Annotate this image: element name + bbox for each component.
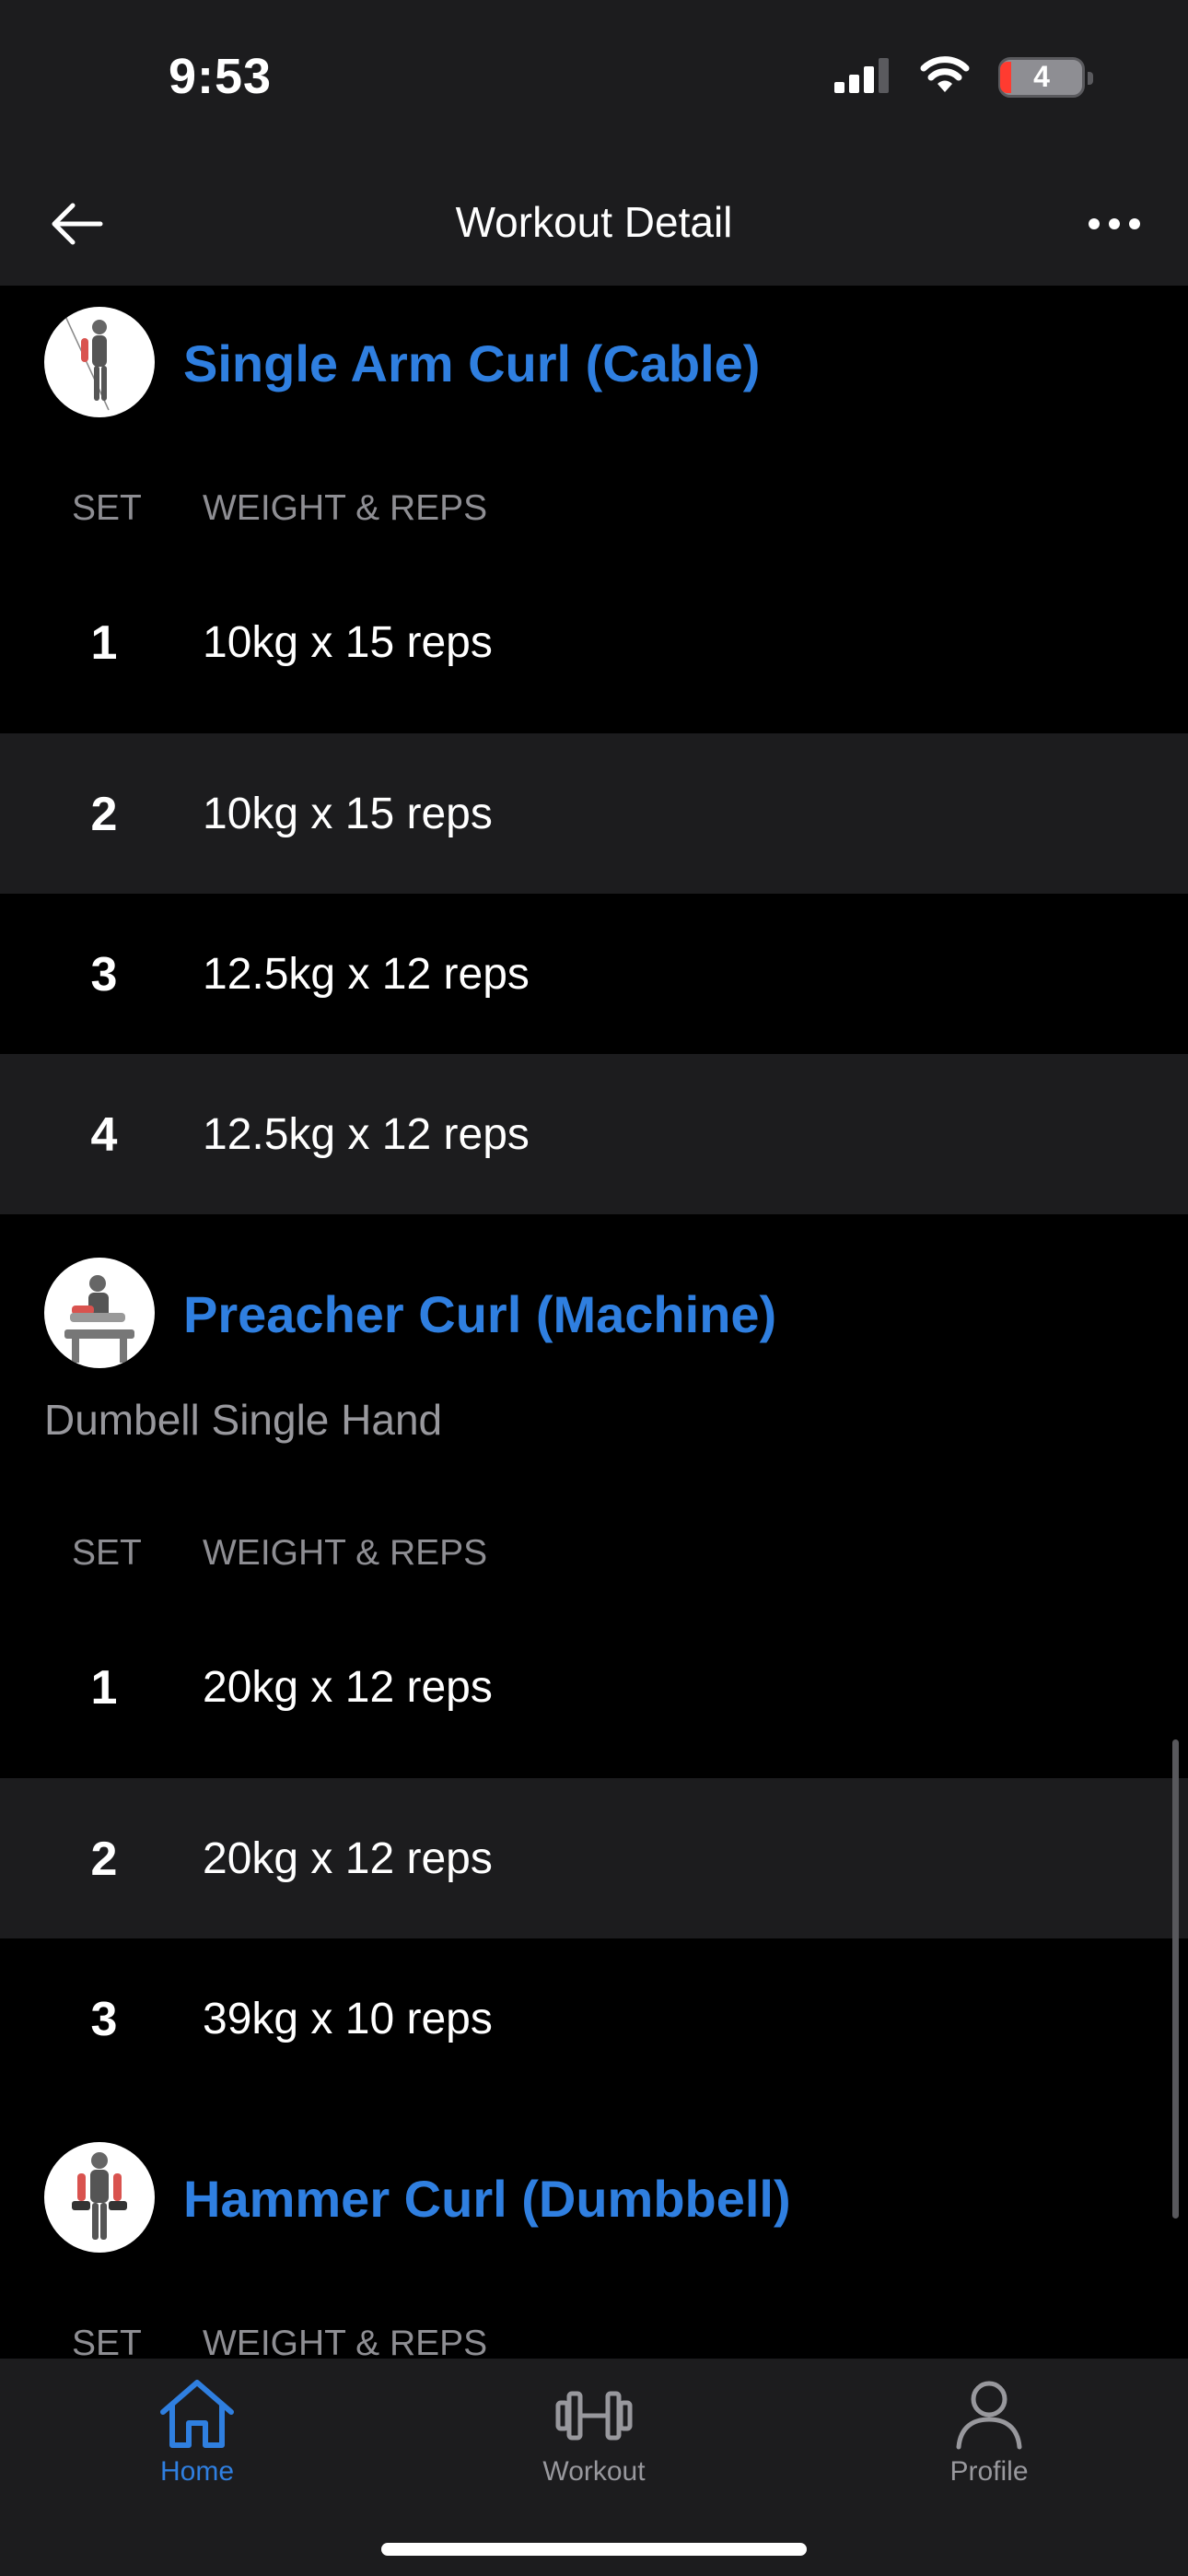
set-weight-reps: 12.5kg x 12 reps: [203, 1110, 530, 1159]
set-column-headers: SET WEIGHT & REPS: [0, 1515, 1188, 1588]
weight-reps-column-label: WEIGHT & REPS: [203, 1533, 488, 1573]
person-icon: [956, 2381, 1022, 2450]
status-time: 9:53: [169, 49, 273, 104]
set-row: 2 20kg x 12 reps: [0, 1778, 1188, 1938]
exercise-thumbnail-hammer-curl-icon: [44, 2142, 155, 2253]
exercise-thumbnail-preacher-curl-icon: [44, 1258, 155, 1368]
exercise-name[interactable]: Hammer Curl (Dumbbell): [183, 2169, 791, 2229]
set-row: 3 39kg x 10 reps: [0, 1938, 1188, 2099]
tab-label: Profile: [949, 2456, 1029, 2487]
weight-reps-column-label: WEIGHT & REPS: [203, 488, 488, 528]
tab-home[interactable]: Home: [77, 2377, 317, 2506]
exercise-note: Dumbell Single Hand: [44, 1396, 443, 1444]
set-number: 1: [90, 616, 118, 670]
exercise-header[interactable]: Single Arm Curl (Cable): [0, 293, 1188, 431]
set-column-label: SET: [72, 488, 142, 528]
set-weight-reps: 20kg x 12 reps: [203, 1834, 493, 1883]
exercise-name[interactable]: Preacher Curl (Machine): [183, 1284, 776, 1344]
set-weight-reps: 12.5kg x 12 reps: [203, 950, 530, 999]
exercise-header[interactable]: Preacher Curl (Machine): [0, 1244, 1188, 1382]
set-weight-reps: 10kg x 15 reps: [203, 790, 493, 838]
battery-indicator: 4: [998, 56, 1093, 98]
set-row: 1 20kg x 12 reps: [0, 1607, 1188, 1767]
page-title: Workout Detail: [455, 198, 733, 246]
home-indicator: [381, 2543, 807, 2556]
set-number: 2: [90, 1832, 118, 1886]
more-dot-icon: [1089, 218, 1100, 229]
set-column-headers: SET WEIGHT & REPS: [0, 470, 1188, 544]
nav-bar: Workout Detail: [0, 157, 1188, 286]
wifi-icon: [919, 55, 971, 99]
exercise-header[interactable]: Hammer Curl (Dumbbell): [0, 2128, 1188, 2266]
set-number: 2: [90, 788, 118, 841]
set-weight-reps: 10kg x 15 reps: [203, 618, 493, 667]
status-icons: 4: [834, 55, 1093, 99]
exercise-thumbnail-cable-curl-icon: [44, 307, 155, 417]
more-dot-icon: [1129, 218, 1140, 229]
tab-workout[interactable]: Workout: [474, 2377, 714, 2506]
home-icon: [160, 2380, 234, 2448]
tab-bar: Home Workout Profile: [0, 2359, 1188, 2576]
dumbbell-icon: [555, 2391, 633, 2441]
cellular-signal-icon: [834, 56, 891, 98]
scrollbar-thumb[interactable]: [1172, 1739, 1179, 2219]
set-row: 1 10kg x 15 reps: [0, 562, 1188, 722]
more-dot-icon: [1109, 218, 1120, 229]
set-number: 3: [90, 1993, 118, 2046]
set-weight-reps: 39kg x 10 reps: [203, 1995, 493, 2043]
set-weight-reps: 20kg x 12 reps: [203, 1663, 493, 1712]
tab-profile[interactable]: Profile: [869, 2377, 1109, 2506]
set-column-label: SET: [72, 1533, 142, 1573]
tab-label: Home: [159, 2456, 235, 2487]
workout-detail-list[interactable]: Single Arm Curl (Cable) SET WEIGHT & REP…: [0, 286, 1188, 2359]
more-options-button[interactable]: [1077, 192, 1151, 256]
set-row: 3 12.5kg x 12 reps: [0, 894, 1188, 1054]
set-row: 4 12.5kg x 12 reps: [0, 1054, 1188, 1214]
set-number: 4: [90, 1108, 118, 1162]
tab-label: Workout: [542, 2456, 646, 2487]
exercise-name[interactable]: Single Arm Curl (Cable): [183, 334, 760, 393]
set-column-label: SET: [72, 2324, 142, 2359]
set-number: 3: [90, 948, 118, 1001]
status-bar: 9:53 4: [0, 0, 1188, 157]
set-number: 1: [90, 1661, 118, 1715]
set-column-headers: SET WEIGHT & REPS: [0, 2305, 1188, 2359]
weight-reps-column-label: WEIGHT & REPS: [203, 2324, 488, 2359]
set-row: 2 10kg x 15 reps: [0, 733, 1188, 894]
battery-level: 4: [1033, 60, 1050, 93]
